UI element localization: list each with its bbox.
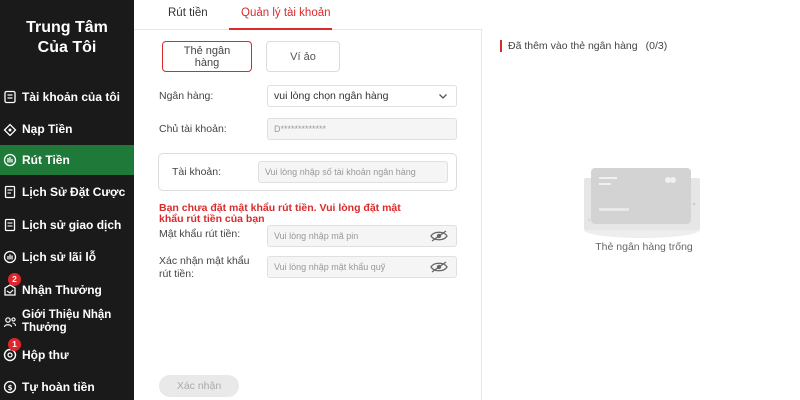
- sidebar-item-label: Giới Thiệu Nhận Thưởng: [22, 309, 111, 335]
- svg-text:$: $: [8, 384, 13, 392]
- notification-badge: 2: [8, 273, 21, 286]
- empty-state-text: Thẻ ngân hàng trống: [595, 241, 693, 253]
- bank-select[interactable]: vui lòng chọn ngân hàng: [267, 85, 457, 107]
- subtab-bank-card-line1: Thẻ ngân: [183, 44, 231, 57]
- sidebar-title-line2: Của Tôi: [37, 39, 97, 56]
- linked-cards-title: Đã thêm vào thẻ ngân hàng: [508, 40, 638, 52]
- account-holder-value: D*************: [274, 124, 327, 134]
- eye-hidden-icon[interactable]: [430, 230, 448, 242]
- deposit-icon: [3, 122, 17, 136]
- subtab-bank-card-label: Thẻ ngân hàng: [184, 45, 230, 69]
- main-content: Rút tiền Quản lý tài khoản Thẻ ngân hàng…: [134, 0, 800, 400]
- pin-warning-message: Bạn chưa đặt mật khẩu rút tiền. Vui lòng…: [159, 203, 429, 225]
- confirm-pin-placeholder: Vui lòng nhập mật khẩu quỹ: [274, 262, 386, 272]
- account-icon: [3, 90, 17, 104]
- sidebar-item-label-line2: Thưởng: [22, 322, 67, 334]
- sidebar: Trung Tâm Của Tôi Tài khoản của tôi Nạp …: [0, 0, 134, 400]
- sidebar-item-label: Rút Tiền: [22, 152, 70, 167]
- linked-cards-count: (0/3): [645, 40, 668, 52]
- sidebar-item-account[interactable]: Tài khoản của tôi: [0, 82, 134, 112]
- sidebar-item-profit-loss[interactable]: Lịch sử lãi lỗ: [0, 242, 134, 272]
- tab-bar: Rút tiền Quản lý tài khoản: [134, 0, 482, 30]
- app-root: Trung Tâm Của Tôi Tài khoản của tôi Nạp …: [0, 0, 800, 400]
- sidebar-item-label: Lịch sử giao dịch: [22, 217, 122, 232]
- sidebar-item-bet-history[interactable]: Lịch Sử Đặt Cược: [0, 177, 134, 207]
- pin-warning-line2: khẩu rút tiền của bạn: [159, 213, 265, 225]
- sidebar-item-deposit[interactable]: Nạp Tiền: [0, 114, 134, 144]
- sidebar-item-label: Tự hoàn tiền: [22, 379, 95, 394]
- sidebar-item-mailbox[interactable]: 1 Hộp thư: [0, 338, 134, 370]
- account-number-label: Tài khoản:: [172, 166, 222, 178]
- eye-hidden-icon[interactable]: [430, 261, 448, 273]
- bank-select-value: vui lòng chọn ngân hàng: [274, 90, 389, 102]
- withdraw-pin-input[interactable]: Vui lòng nhập mã pin: [267, 225, 457, 247]
- sidebar-item-rewards[interactable]: 2 Nhận Thưởng: [0, 273, 134, 305]
- referral-icon: [3, 315, 17, 329]
- account-form-pane: Thẻ ngân hàng Ví ảo Ngân hàng: vui lòng …: [134, 30, 482, 400]
- tab-withdraw[interactable]: Rút tiền: [168, 7, 208, 19]
- withdraw-pin-placeholder: Vui lòng nhập mã pin: [274, 231, 359, 241]
- profit-loss-icon: [3, 250, 17, 264]
- sidebar-item-label: Lịch Sử Đặt Cược: [22, 184, 126, 199]
- sidebar-title-line1: Trung Tâm: [26, 19, 108, 36]
- withdraw-pin-label: Mật khẩu rút tiền:: [159, 228, 241, 240]
- sidebar-title: Trung Tâm Của Tôi: [0, 18, 134, 58]
- subtab-ewallet[interactable]: Ví ảo: [266, 41, 340, 72]
- sidebar-item-transaction-history[interactable]: Lịch sử giao dịch: [0, 210, 134, 240]
- heading-accent-bar: [500, 40, 502, 52]
- sidebar-item-withdraw[interactable]: Rút Tiền: [0, 145, 134, 175]
- account-holder-label: Chủ tài khoản:: [159, 123, 227, 135]
- bet-history-icon: [3, 185, 17, 199]
- account-holder-field: D*************: [267, 118, 457, 140]
- confirm-button[interactable]: Xác nhận: [159, 375, 239, 397]
- confirm-pin-input[interactable]: Vui lòng nhập mật khẩu quỹ: [267, 256, 457, 278]
- notification-badge: 1: [8, 338, 21, 351]
- subtab-bank-card-line2: hàng: [194, 56, 220, 69]
- refund-icon: $: [3, 380, 17, 394]
- account-number-placeholder: Vui lòng nhập số tài khoản ngân hàng: [265, 167, 416, 177]
- chevron-down-icon: [439, 94, 447, 99]
- confirm-pin-label-line2: rút tiền:: [159, 268, 195, 280]
- sidebar-item-label: Nhận Thưởng: [22, 282, 102, 297]
- sidebar-item-label: Tài khoản của tôi: [22, 89, 121, 104]
- linked-cards-heading: Đã thêm vào thẻ ngân hàng (0/3): [500, 40, 667, 52]
- empty-card-illustration: [584, 168, 700, 238]
- subtab-bank-card[interactable]: Thẻ ngân hàng: [162, 41, 252, 72]
- account-number-group: Tài khoản: Vui lòng nhập số tài khoản ng…: [158, 153, 457, 191]
- withdraw-icon: [3, 153, 17, 167]
- confirm-pin-label: Xác nhận mật khẩu rút tiền:: [159, 255, 249, 281]
- sidebar-item-label: Lịch sử lãi lỗ: [22, 249, 97, 264]
- account-number-input[interactable]: Vui lòng nhập số tài khoản ngân hàng: [258, 161, 448, 183]
- sidebar-item-label: Hộp thư: [22, 347, 69, 362]
- transaction-history-icon: [3, 218, 17, 232]
- sidebar-item-referral[interactable]: Giới Thiệu Nhận Thưởng: [0, 307, 134, 337]
- bank-label: Ngân hàng:: [159, 90, 214, 102]
- sidebar-item-label: Nạp Tiền: [22, 121, 73, 136]
- sidebar-item-refund[interactable]: $ Tự hoàn tiền: [0, 372, 134, 400]
- sidebar-item-label-line1: Giới Thiệu Nhận: [22, 309, 112, 321]
- confirm-pin-label-line1: Xác nhận mật khẩu: [159, 255, 250, 267]
- tab-account-management[interactable]: Quản lý tài khoản: [241, 7, 331, 19]
